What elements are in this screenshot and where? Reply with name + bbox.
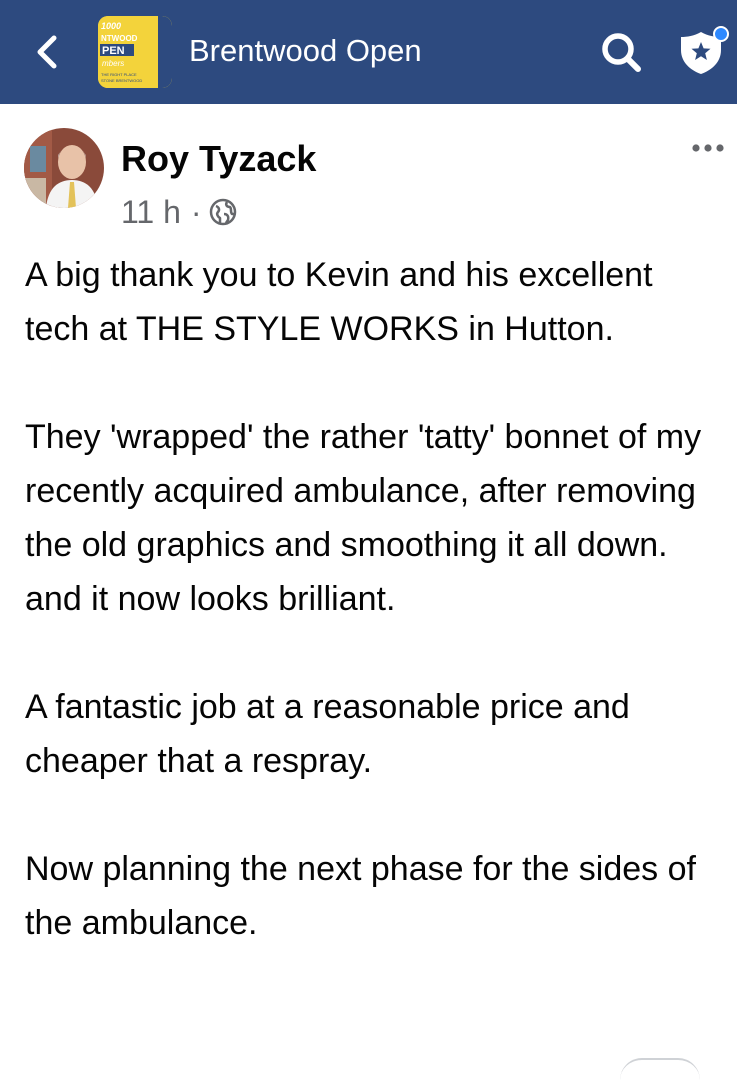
search-icon <box>602 33 641 72</box>
chevron-left-icon <box>37 35 57 69</box>
post-paragraph-3: A fantastic job at a reasonable price an… <box>25 688 630 780</box>
back-button[interactable] <box>28 30 68 74</box>
post-author-name[interactable]: Roy Tyzack <box>121 137 316 181</box>
group-logo-text-6: STONE BRENTWOOD <box>101 78 142 83</box>
meta-separator: · <box>190 194 202 230</box>
post-options-button[interactable] <box>690 138 730 158</box>
group-logo-text-3: PEN <box>102 45 125 57</box>
admin-tools-button[interactable] <box>675 22 731 78</box>
more-horizontal-icon <box>692 144 724 152</box>
group-title[interactable]: Brentwood Open <box>189 30 422 72</box>
group-logo-image: 1000 NTWOOD PEN mbers THE RIGHT PLACE ST… <box>98 16 172 88</box>
post-meta: 11 h · <box>121 192 238 232</box>
search-button[interactable] <box>597 28 645 76</box>
post-timestamp[interactable]: 11 h <box>121 192 181 232</box>
avatar-photo <box>24 128 104 208</box>
group-cover-thumbnail[interactable]: 1000 NTWOOD PEN mbers THE RIGHT PLACE ST… <box>98 16 172 88</box>
group-logo-text-1: 1000 <box>101 21 121 31</box>
author-avatar[interactable] <box>24 128 104 208</box>
post-paragraph-2: They 'wrapped' the rather 'tatty' bonnet… <box>25 418 702 618</box>
globe-icon <box>209 198 236 226</box>
top-navigation-bar: 1000 NTWOOD PEN mbers THE RIGHT PLACE ST… <box>0 0 737 104</box>
group-logo-text-5: THE RIGHT PLACE <box>101 72 137 77</box>
notification-dot <box>713 26 729 42</box>
post-paragraph-1: A big thank you to Kevin and his excelle… <box>25 256 653 348</box>
post-paragraph-4: Now planning the next phase for the side… <box>25 850 696 942</box>
post-header: Roy Tyzack 11 h · <box>0 104 737 234</box>
partial-element-edge <box>620 1058 700 1080</box>
group-logo-text-4: mbers <box>102 59 124 68</box>
post-body: A big thank you to Kevin and his excelle… <box>25 248 725 950</box>
group-logo-text-2: NTWOOD <box>101 34 138 43</box>
